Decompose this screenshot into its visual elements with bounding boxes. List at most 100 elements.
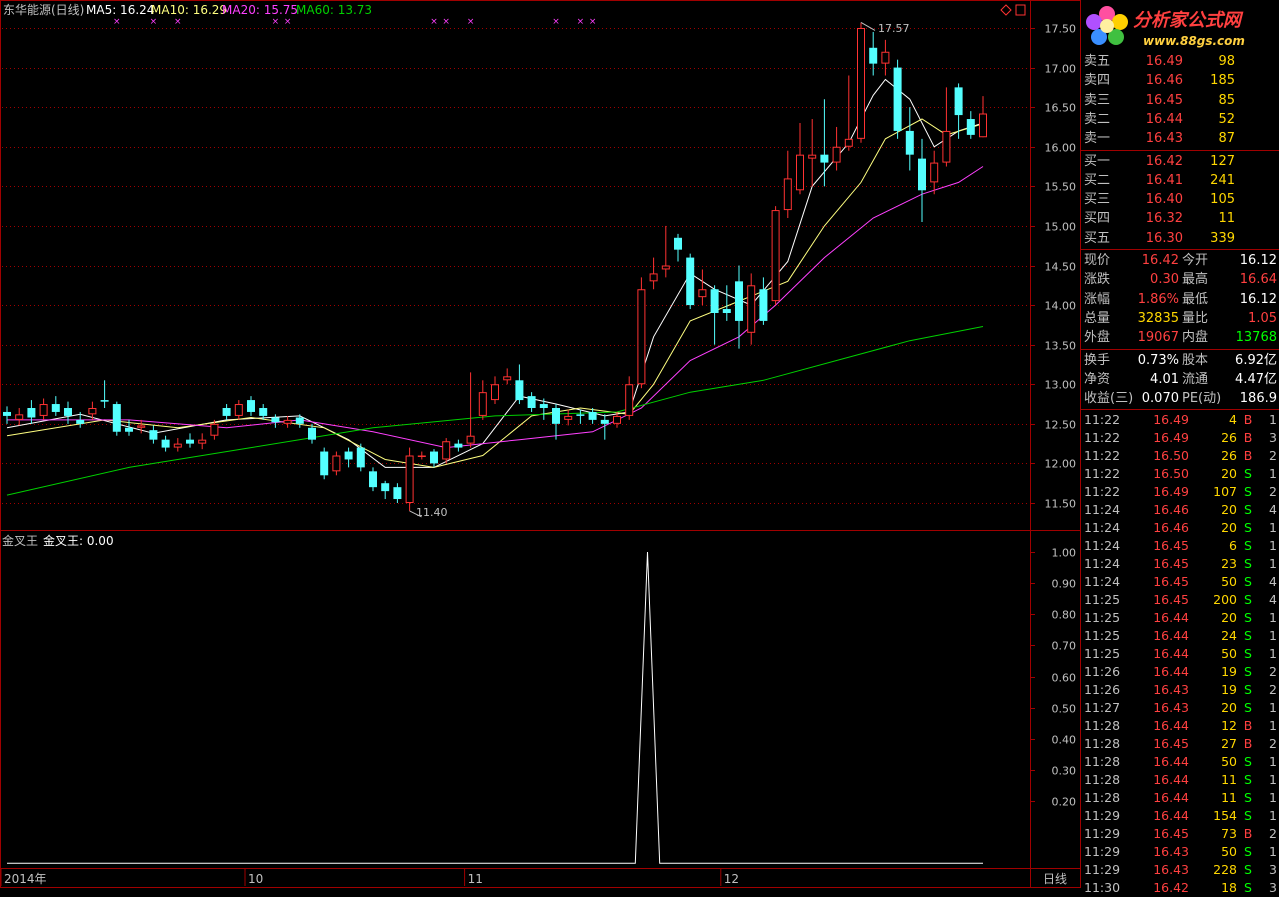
candle	[39, 398, 48, 420]
fundamental-label: 股本	[1182, 352, 1209, 368]
candle-body-up	[844, 138, 853, 147]
candle	[491, 376, 499, 405]
tick-time: 11:25	[1084, 628, 1121, 644]
tick-volume: 50	[1221, 754, 1237, 770]
candle	[64, 401, 72, 424]
tick-row: 11:25 16.44 20 S 1	[1081, 609, 1279, 627]
candle-body-up	[796, 154, 804, 191]
tick-volume: 19	[1221, 664, 1237, 680]
price-tick-label: 13.50	[1045, 340, 1077, 353]
ma10-legend: MA10: 16.29	[151, 3, 227, 17]
candle	[503, 368, 512, 385]
candle	[247, 396, 255, 416]
tick-side: S	[1244, 754, 1252, 770]
candle-body-down	[100, 400, 109, 402]
period-label[interactable]: 日线	[1043, 872, 1067, 886]
indicator-title: 金叉王	[2, 533, 38, 548]
tick-row: 11:28 16.44 12 B 1	[1081, 717, 1279, 735]
tick-row: 11:22 16.49 26 B 3	[1081, 429, 1279, 447]
divider	[1081, 348, 1279, 350]
window-icon[interactable]	[1015, 4, 1026, 16]
candle	[905, 107, 914, 171]
candle	[796, 123, 804, 195]
order-price: 16.43	[1145, 131, 1183, 147]
tick-time: 11:24	[1084, 520, 1121, 536]
tick-price: 16.45	[1153, 826, 1189, 842]
candle	[344, 447, 353, 468]
candle	[674, 233, 682, 262]
order-volume: 339	[1210, 230, 1235, 246]
indicator-tick-label: 0.50	[1052, 703, 1077, 716]
candle-body-up	[137, 425, 146, 428]
tick-price: 16.43	[1153, 700, 1189, 716]
tick-count: 1	[1269, 538, 1277, 554]
quote-row: 总量 32835 量比 1.05	[1081, 309, 1279, 328]
tick-row: 11:24 16.45 23 S 1	[1081, 555, 1279, 573]
candle-body-down	[149, 430, 158, 440]
tick-side: S	[1244, 520, 1252, 536]
candle	[283, 415, 292, 428]
tick-time: 11:28	[1084, 718, 1121, 734]
tick-price: 16.44	[1153, 808, 1189, 824]
candle-body-up	[173, 443, 182, 448]
quote-label: 现价	[1084, 253, 1111, 268]
candle	[271, 414, 280, 428]
quote-value: 16.12	[1239, 253, 1277, 268]
candle	[722, 285, 731, 321]
candle-body-down	[905, 130, 914, 155]
diamond-icon[interactable]	[1000, 4, 1012, 16]
signal-marker: ×	[284, 17, 292, 27]
tick-row: 11:24 16.46 20 S 4	[1081, 501, 1279, 519]
candle-body-down	[356, 447, 365, 468]
tick-count: 3	[1269, 862, 1277, 878]
candle-body-up	[491, 384, 499, 401]
price-tick-label: 14.50	[1045, 261, 1077, 274]
sell-order-row: 卖五 16.49 98	[1081, 52, 1279, 71]
tick-row: 11:29 16.43 50 S 1	[1081, 843, 1279, 861]
tick-volume: 23	[1221, 556, 1237, 572]
tick-count: 2	[1269, 448, 1277, 464]
order-label: 买一	[1084, 153, 1111, 169]
tick-count: 1	[1269, 610, 1277, 626]
candle	[625, 376, 634, 420]
candle	[747, 273, 756, 345]
tick-count: 3	[1269, 430, 1277, 446]
order-label: 买二	[1084, 172, 1111, 188]
tick-row: 11:24 16.45 50 S 4	[1081, 573, 1279, 591]
tick-side: S	[1244, 538, 1252, 554]
candle	[100, 380, 109, 408]
logo: 分析家公式网 www.88gs.com	[1081, 0, 1279, 52]
tick-volume: 24	[1221, 628, 1237, 644]
candle	[735, 265, 743, 349]
tick-count: 1	[1269, 844, 1277, 860]
tick-row: 11:24 16.45 6 S 1	[1081, 537, 1279, 555]
quote-label: 今开	[1182, 253, 1209, 268]
tick-time: 11:25	[1084, 610, 1121, 626]
order-price: 16.41	[1145, 172, 1183, 188]
candle	[637, 277, 646, 389]
tick-row: 11:25 16.45 200 S 4	[1081, 591, 1279, 609]
tick-side: B	[1243, 718, 1253, 734]
candle	[930, 150, 939, 195]
tick-time: 11:25	[1084, 646, 1121, 662]
date-tick-label: 2014年	[4, 872, 47, 886]
signal-marker: ×	[150, 17, 158, 27]
tick-time: 11:22	[1084, 412, 1121, 428]
tick-side: S	[1244, 862, 1252, 878]
tick-row: 11:28 16.44 11 S 1	[1081, 789, 1279, 807]
tick-price: 16.46	[1153, 520, 1189, 536]
candle	[442, 438, 451, 464]
tick-price: 16.50	[1153, 448, 1189, 464]
candle	[857, 22, 865, 143]
candle-body-down	[735, 281, 743, 321]
date-tick-label: 11	[468, 872, 483, 886]
low-price-label: 11.40	[416, 506, 448, 519]
candle	[478, 380, 487, 420]
quote-label: 涨跌	[1084, 272, 1111, 288]
tick-time: 11:26	[1084, 664, 1121, 680]
signal-marker: ×	[113, 17, 121, 27]
candle-body-down	[295, 417, 304, 424]
tick-time: 11:22	[1084, 484, 1121, 500]
candle-body-down	[710, 289, 719, 313]
tick-row: 11:22 16.50 20 S 1	[1081, 465, 1279, 483]
